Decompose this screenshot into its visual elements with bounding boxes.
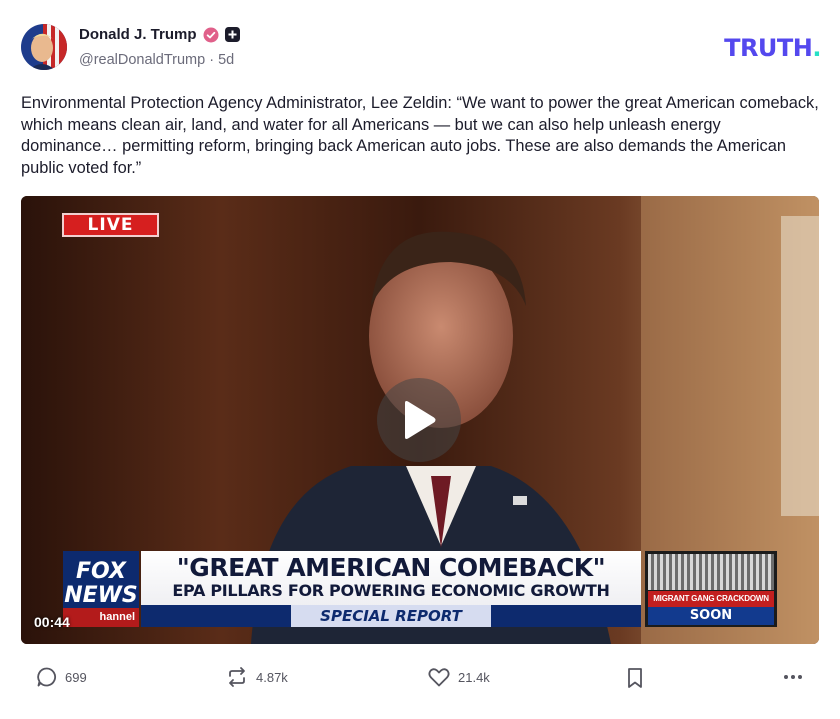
play-button[interactable]: [377, 378, 461, 462]
truth-logo[interactable]: TRUTH.: [724, 34, 821, 62]
lower-third: "GREAT AMERICAN COMEBACK" EPA PILLARS FO…: [141, 551, 641, 627]
logo-dot: .: [812, 34, 821, 62]
meta-separator: ·: [209, 52, 215, 68]
author-name[interactable]: Donald J. Trump: [79, 26, 197, 43]
action-bar: 699 4.87k 21.4k: [36, 666, 806, 692]
post-time[interactable]: 5d: [218, 52, 234, 68]
side-promo-image: [648, 554, 774, 590]
logo-text: TRUTH: [724, 34, 813, 62]
retruth-button[interactable]: 4.87k: [225, 666, 288, 688]
video-player[interactable]: LIVE FOX NEWS hannel "GREAT AMERICAN COM…: [21, 196, 819, 644]
more-icon: [784, 675, 802, 679]
post-text: Environmental Protection Agency Administ…: [21, 94, 819, 177]
reply-count: 699: [65, 669, 87, 685]
lower-third-subheadline: EPA PILLARS FOR POWERING ECONOMIC GROWTH: [172, 581, 610, 600]
video-duration: 00:44: [34, 614, 70, 630]
side-promo-soon: SOON: [648, 607, 774, 625]
lower-third-headline: "GREAT AMERICAN COMEBACK": [176, 553, 606, 582]
repost-icon: [229, 667, 245, 687]
fox-logo-line1: FOX: [76, 559, 126, 584]
fox-logo-line2: NEWS: [64, 583, 138, 608]
segment-title: SPECIAL REPORT: [291, 605, 491, 627]
heart-icon: [428, 668, 450, 687]
avatar[interactable]: [21, 24, 67, 70]
channel-tag: hannel: [63, 608, 139, 627]
reply-button[interactable]: 699: [36, 666, 87, 688]
author-handle[interactable]: @realDonaldTrump: [79, 52, 205, 68]
post-header: Donald J. Trump @realDonaldTrump · 5d TR…: [21, 22, 821, 74]
bookmark-icon: [628, 668, 642, 688]
like-count: 21.4k: [458, 669, 490, 685]
side-promo-title: MIGRANT GANG CRACKDOWN: [648, 591, 774, 607]
live-badge: LIVE: [62, 213, 159, 237]
lower-third-bar: SPECIAL REPORT: [141, 605, 641, 627]
like-button[interactable]: 21.4k: [427, 666, 490, 688]
more-options-button[interactable]: [782, 666, 804, 688]
plus-badge-icon: [224, 27, 240, 42]
bookmark-button[interactable]: [625, 666, 645, 690]
side-promo: MIGRANT GANG CRACKDOWN SOON: [645, 551, 777, 627]
retruth-count: 4.87k: [256, 669, 288, 685]
handle-row: @realDonaldTrump · 5d: [79, 52, 234, 68]
comment-icon: [37, 667, 56, 687]
verified-badge-icon: [203, 27, 219, 43]
play-icon: [405, 401, 436, 439]
